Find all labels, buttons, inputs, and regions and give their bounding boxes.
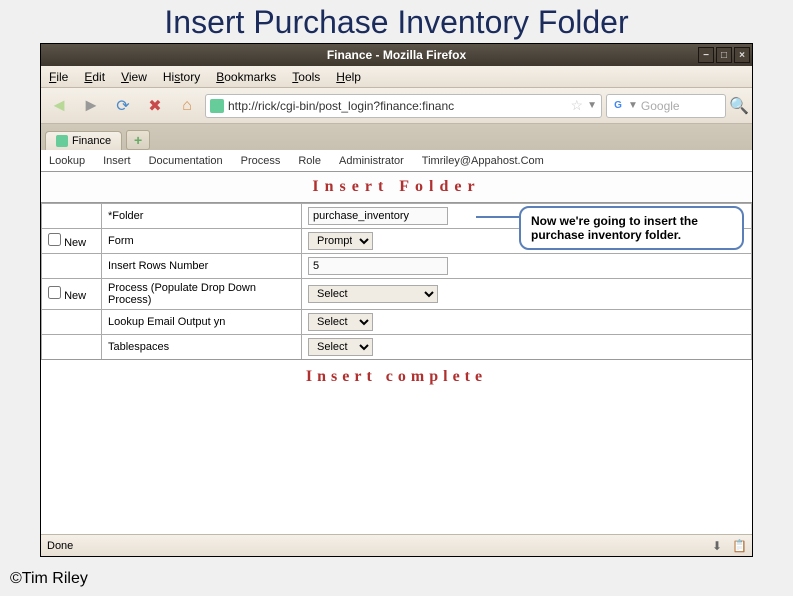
app-menu-lookup[interactable]: Lookup — [49, 155, 85, 167]
page-heading: Insert Folder — [41, 172, 752, 203]
url-text: http://rick/cgi-bin/post_login?finance:f… — [228, 99, 567, 113]
url-dropdown-icon[interactable]: ▼ — [587, 100, 597, 111]
table-row: Insert Rows Number — [42, 254, 752, 279]
app-menu-role[interactable]: Role — [298, 155, 321, 167]
browser-menubar: File Edit View History Bookmarks Tools H… — [41, 66, 752, 88]
bookmark-star-icon[interactable]: ☆ — [571, 97, 584, 114]
rows-number-input[interactable] — [308, 257, 448, 275]
search-engine-dropdown-icon[interactable]: ▼ — [628, 100, 638, 111]
app-menu-process[interactable]: Process — [241, 155, 281, 167]
app-menu-user[interactable]: Timriley@Appahost.Com — [422, 155, 544, 167]
window-title: Finance - Mozilla Firefox — [327, 48, 466, 62]
stop-button[interactable]: ✖ — [141, 92, 169, 120]
status-heading: Insert complete — [41, 359, 752, 394]
field-label: Process (Populate Drop Down Process) — [102, 279, 302, 310]
notes-icon[interactable]: 📋 — [732, 539, 746, 553]
tab-label: Finance — [72, 135, 111, 147]
url-bar[interactable]: http://rick/cgi-bin/post_login?finance:f… — [205, 94, 602, 118]
search-go-button[interactable]: 🔍 — [730, 97, 748, 115]
field-label: Tablespaces — [102, 335, 302, 360]
checkbox-label: New — [64, 237, 86, 249]
table-row: Tablespaces Select — [42, 335, 752, 360]
menu-help[interactable]: Help — [328, 70, 369, 84]
browser-window: Finance - Mozilla Firefox − □ × File Edi… — [40, 43, 753, 557]
statusbar-right: ⬇ 📋 — [712, 539, 746, 553]
menu-tools[interactable]: Tools — [284, 70, 328, 84]
titlebar: Finance - Mozilla Firefox − □ × — [41, 44, 752, 66]
annotation-callout: Now we're going to insert the purchase i… — [519, 206, 744, 250]
app-menubar: Lookup Insert Documentation Process Role… — [41, 150, 752, 172]
home-icon: ⌂ — [182, 97, 192, 115]
menu-file[interactable]: File — [41, 70, 76, 84]
tab-finance[interactable]: Finance — [45, 131, 122, 150]
tabbar: Finance + — [41, 124, 752, 150]
app-menu-administrator[interactable]: Administrator — [339, 155, 404, 167]
copyright: ©Tim Riley — [10, 570, 88, 588]
menu-history[interactable]: History — [155, 70, 208, 84]
content-gap — [41, 394, 752, 534]
email-output-select[interactable]: Select — [308, 313, 373, 331]
app-menu-documentation[interactable]: Documentation — [149, 155, 223, 167]
stop-icon: ✖ — [148, 96, 161, 116]
slide-title: Insert Purchase Inventory Folder — [0, 0, 793, 43]
form-select[interactable]: Prompt — [308, 232, 373, 250]
tablespaces-select[interactable]: Select — [308, 338, 373, 356]
new-tab-button[interactable]: + — [126, 130, 150, 150]
reload-button[interactable]: ⟳ — [109, 92, 137, 120]
form-area: Now we're going to insert the purchase i… — [41, 203, 752, 359]
close-button[interactable]: × — [734, 47, 750, 63]
browser-toolbar: ◄ ► ⟳ ✖ ⌂ http://rick/cgi-bin/post_login… — [41, 88, 752, 124]
home-button[interactable]: ⌂ — [173, 92, 201, 120]
maximize-button[interactable]: □ — [716, 47, 732, 63]
reload-icon: ⟳ — [116, 96, 129, 116]
field-label: Lookup Email Output yn — [102, 310, 302, 335]
new-checkbox[interactable] — [48, 233, 61, 246]
back-button[interactable]: ◄ — [45, 92, 73, 120]
search-bar[interactable]: G ▼ Google — [606, 94, 726, 118]
table-row: New Process (Populate Drop Down Process)… — [42, 279, 752, 310]
magnifier-icon: 🔍 — [729, 96, 749, 116]
window-controls: − □ × — [698, 47, 750, 63]
minimize-button[interactable]: − — [698, 47, 714, 63]
arrow-right-icon: ► — [82, 95, 100, 116]
field-label: Insert Rows Number — [102, 254, 302, 279]
tab-favicon-icon — [56, 135, 68, 147]
process-select[interactable]: Select — [308, 285, 438, 303]
search-placeholder: Google — [641, 99, 721, 113]
statusbar: Done ⬇ 📋 — [41, 534, 752, 556]
table-row: Lookup Email Output yn Select — [42, 310, 752, 335]
arrow-left-icon: ◄ — [50, 95, 68, 116]
menu-edit[interactable]: Edit — [76, 70, 113, 84]
statusbar-text: Done — [47, 540, 73, 552]
checkbox-label: New — [64, 290, 86, 302]
field-label: Form — [102, 229, 302, 254]
download-icon[interactable]: ⬇ — [712, 539, 726, 553]
url-favicon-icon — [210, 99, 224, 113]
new-checkbox[interactable] — [48, 286, 61, 299]
folder-input[interactable] — [308, 207, 448, 225]
forward-button[interactable]: ► — [77, 92, 105, 120]
menu-view[interactable]: View — [113, 70, 155, 84]
google-icon: G — [611, 99, 625, 113]
field-label: *Folder — [102, 204, 302, 229]
app-menu-insert[interactable]: Insert — [103, 155, 131, 167]
menu-bookmarks[interactable]: Bookmarks — [208, 70, 284, 84]
